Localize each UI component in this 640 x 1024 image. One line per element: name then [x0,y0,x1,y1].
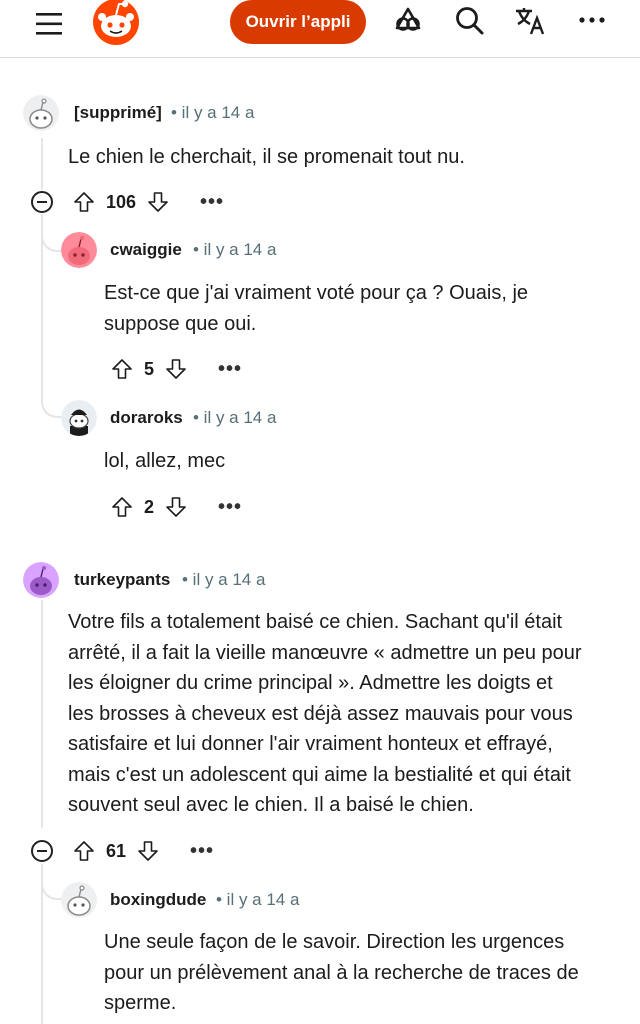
vote-count: 5 [144,358,155,379]
comment-body-line: satisfaire et lui donner l'air vraiment … [68,733,553,755]
thread-line [41,138,43,190]
comment-actions: 61 ••• [72,836,214,866]
comment-body-line: arrêté, il a fait la vieille manœuvre « … [68,641,582,664]
avatar[interactable] [61,882,97,918]
comment-body: lol, allez, mec [104,450,226,472]
more-options-icon[interactable] [576,4,608,36]
comment-author[interactable]: boxingdude [110,890,206,910]
downvote-icon[interactable] [164,495,188,519]
comment-body: Une seule façon de le savoir. Direction … [104,927,634,1019]
comment-author[interactable]: cwaiggie [110,240,182,260]
avatar[interactable] [23,562,59,598]
comment-body-line: les éloigner du crime principal ». Admet… [68,672,553,694]
comment-body-line: mais c'est un adolescent qui aime la bes… [68,763,571,786]
more-actions-button[interactable]: ••• [190,841,214,861]
upvote-icon[interactable] [110,357,134,381]
comment-timestamp: • il y a 14 a [193,240,277,259]
more-actions-button[interactable]: ••• [218,497,242,517]
vote-count: 2 [144,496,155,517]
comment-body: Le chien le cherchait, il se promenait t… [68,146,465,168]
collapse-thread-button[interactable] [31,191,53,213]
comment-body-line: souvent seul avec le chien. Il a baisé l… [68,794,474,816]
comment-author[interactable]: turkeypants [74,570,170,590]
comment-body-line: Une seule façon de le savoir. Direction … [104,931,565,953]
search-icon[interactable] [453,4,485,36]
comment-timestamp: • il y a 14 a [171,103,255,122]
avatar[interactable] [61,400,97,436]
comment-body-line: sperme. [104,992,177,1014]
thread-line [41,600,43,828]
comment-timestamp: • il y a 14 a [216,890,300,909]
comment-body-line: Est-ce que j'ai vraiment voté pour ça ? … [104,282,529,304]
comment-actions: 5 ••• [110,354,242,384]
downvote-icon[interactable] [136,839,160,863]
downvote-icon[interactable] [164,357,188,381]
downvote-icon[interactable] [146,190,170,214]
upvote-icon[interactable] [110,495,134,519]
upvote-icon[interactable] [72,839,96,863]
comment-timestamp: • il y a 14 a [193,408,277,427]
upvote-icon[interactable] [72,190,96,214]
top-bar: Ouvrir l’appli [0,0,640,58]
comment-actions: 106 ••• [72,187,224,217]
collapse-thread-button[interactable] [31,840,53,862]
comment-actions: 2 ••• [110,492,242,522]
more-actions-button[interactable]: ••• [200,192,224,212]
thread-connector [41,214,61,252]
comment-timestamp: • il y a 14 a [182,570,266,589]
comment-body-line: Votre fils a totalement baisé ce chien. … [68,611,563,633]
vote-count: 61 [106,840,127,861]
comment-body-line: suppose que oui. [104,312,257,335]
more-actions-button[interactable]: ••• [218,359,242,379]
comment-body-line: pour un prélèvement anal à la recherche … [104,961,579,984]
open-app-button[interactable]: Ouvrir l’appli [230,0,366,44]
hamburger-menu-icon[interactable] [34,10,64,38]
avatar[interactable] [61,232,97,268]
avatar[interactable] [23,95,59,131]
comment-body: Votre fils a totalement baisé ce chien. … [68,607,633,821]
reddit-logo[interactable] [90,0,142,46]
advertise-icon[interactable] [392,4,424,36]
comment-body-line: les brosses à cheveux est déjà assez mau… [68,702,573,725]
thread-connector [41,864,61,900]
vote-count: 106 [106,191,137,212]
comment-body: Est-ce que j'ai vraiment voté pour ça ? … [104,278,624,339]
comment-author[interactable]: doraroks [110,408,183,428]
translate-icon[interactable] [514,4,546,36]
thread-connector [41,384,61,418]
comment-author[interactable]: [supprimé] [74,103,162,123]
